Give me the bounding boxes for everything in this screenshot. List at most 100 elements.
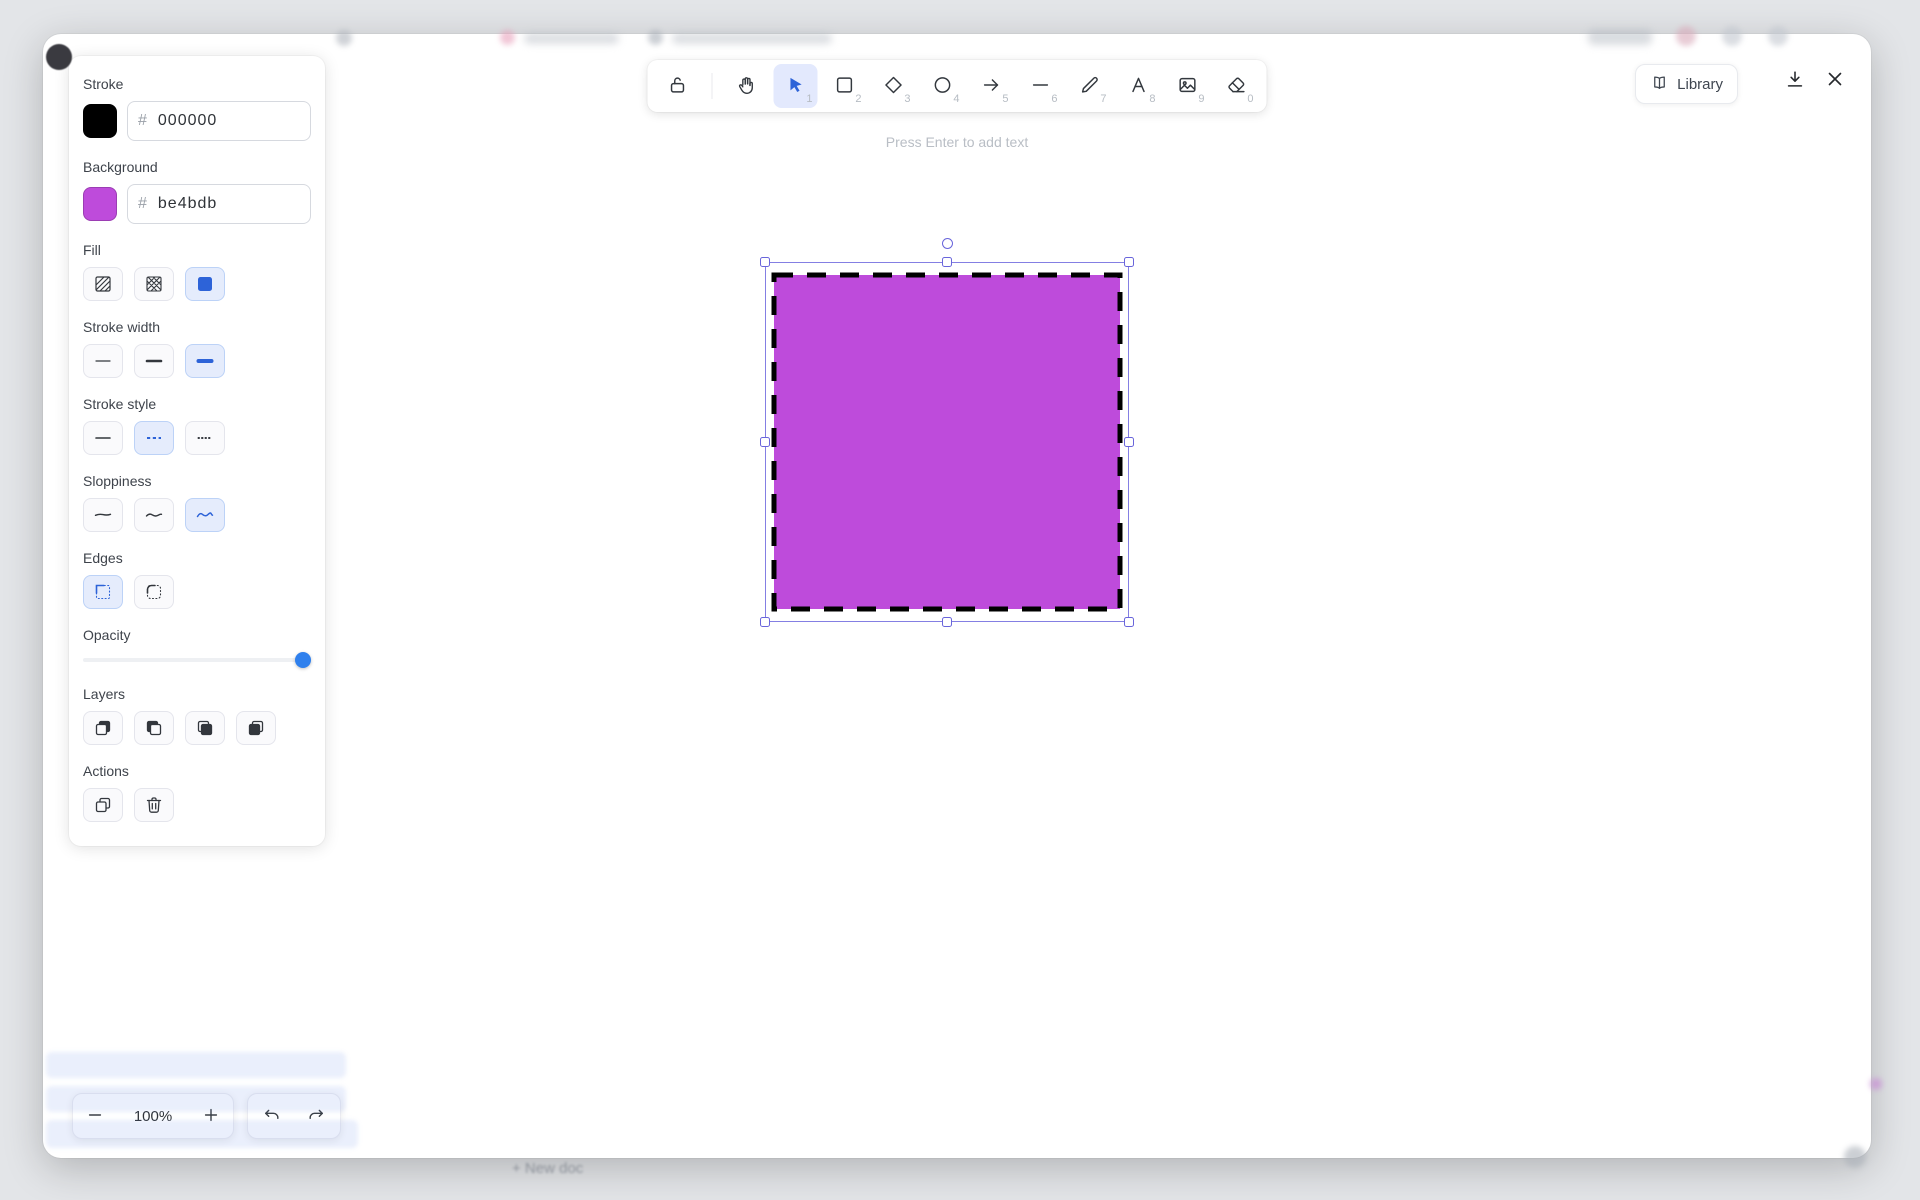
close-icon xyxy=(1824,68,1846,93)
library-button[interactable]: Library xyxy=(1635,64,1738,104)
cursor-icon xyxy=(785,74,807,99)
dotted-line-icon xyxy=(195,428,215,448)
stroke-style-dashed-button[interactable] xyxy=(134,421,174,455)
send-backward-button[interactable] xyxy=(134,711,174,745)
zoom-out-button[interactable] xyxy=(73,1094,117,1138)
rectangle-tool-button[interactable]: 2 xyxy=(823,64,867,108)
hand-tool-button[interactable] xyxy=(725,64,769,108)
stroke-style-dotted-button[interactable] xyxy=(185,421,225,455)
zoom-in-button[interactable] xyxy=(189,1094,233,1138)
eraser-icon xyxy=(1226,74,1248,99)
edges-section-label: Edges xyxy=(83,550,123,566)
opacity-slider-track xyxy=(83,658,311,662)
bring-to-front-icon xyxy=(246,718,266,738)
close-modal-button[interactable] xyxy=(1819,64,1851,96)
bring-to-front-button[interactable] xyxy=(236,711,276,745)
lock-tool-button[interactable] xyxy=(656,64,700,108)
zoom-controls: 100% xyxy=(72,1093,234,1139)
tool-shortcut: 9 xyxy=(1198,93,1205,105)
opacity-slider[interactable] xyxy=(83,652,311,668)
resize-handle-sw[interactable] xyxy=(760,617,770,627)
diamond-icon xyxy=(883,74,905,99)
thin-line-icon xyxy=(93,351,113,371)
resize-handle-nw[interactable] xyxy=(760,257,770,267)
send-to-back-button[interactable] xyxy=(83,711,123,745)
sharp-corner-icon xyxy=(93,582,113,602)
stroke-color-swatch[interactable] xyxy=(83,104,117,138)
pencil-icon xyxy=(1079,74,1101,99)
stroke-hex-input[interactable] xyxy=(155,111,300,131)
stroke-width-bold-button[interactable] xyxy=(134,344,174,378)
hash-prefix: # xyxy=(138,112,147,129)
arrow-icon xyxy=(981,74,1003,99)
resize-handle-ne[interactable] xyxy=(1124,257,1134,267)
fill-hachure-button[interactable] xyxy=(83,267,123,301)
hash-prefix: # xyxy=(138,195,147,212)
diamond-tool-button[interactable]: 3 xyxy=(872,64,916,108)
selection-tool-button[interactable]: 1 xyxy=(773,64,818,108)
background-color-swatch[interactable] xyxy=(83,187,117,221)
sloppiness-cartoonist-button[interactable] xyxy=(185,498,225,532)
stroke-section-label: Stroke xyxy=(83,76,124,92)
rectangle-shape[interactable] xyxy=(771,272,1123,612)
stroke-width-section-label: Stroke width xyxy=(83,319,161,335)
zoom-level[interactable]: 100% xyxy=(117,1108,189,1125)
tool-shortcut: 6 xyxy=(1051,93,1058,105)
rotation-handle[interactable] xyxy=(941,238,953,249)
line-icon xyxy=(1030,74,1052,99)
redo-button[interactable] xyxy=(294,1095,338,1137)
tool-shortcut: 3 xyxy=(904,93,911,105)
architect-squiggle-icon xyxy=(93,505,113,525)
export-download-button[interactable] xyxy=(1779,64,1811,96)
ellipse-tool-button[interactable]: 4 xyxy=(921,64,965,108)
ellipse-icon xyxy=(932,74,954,99)
fill-solid-button[interactable] xyxy=(185,267,225,301)
bold-line-icon xyxy=(144,351,164,371)
tool-shortcut: 8 xyxy=(1149,93,1156,105)
undo-icon xyxy=(262,1105,282,1128)
toolbar-divider xyxy=(711,73,713,99)
eraser-tool-button[interactable]: 0 xyxy=(1215,64,1259,108)
draw-tool-button[interactable]: 7 xyxy=(1068,64,1112,108)
text-tool-button[interactable]: 8 xyxy=(1117,64,1161,108)
sloppiness-artist-button[interactable] xyxy=(134,498,174,532)
resize-handle-se[interactable] xyxy=(1124,617,1134,627)
layers-section-label: Layers xyxy=(83,686,126,702)
stroke-style-solid-button[interactable] xyxy=(83,421,123,455)
bring-forward-button[interactable] xyxy=(185,711,225,745)
delete-button[interactable] xyxy=(134,788,174,822)
lock-open-icon xyxy=(667,74,689,99)
stroke-width-extra-bold-button[interactable] xyxy=(185,344,225,378)
solid-line-icon xyxy=(93,428,113,448)
line-tool-button[interactable]: 6 xyxy=(1019,64,1063,108)
dashed-line-icon xyxy=(144,428,164,448)
whiteboard-modal: Stroke # Background # Fill xyxy=(43,34,1871,1158)
background-section-label: Background xyxy=(83,159,158,175)
edges-sharp-button[interactable] xyxy=(83,575,123,609)
edges-round-button[interactable] xyxy=(134,575,174,609)
background-hex-input[interactable] xyxy=(155,194,300,214)
selected-rectangle-shape[interactable] xyxy=(769,270,1125,614)
image-tool-button[interactable]: 9 xyxy=(1166,64,1210,108)
fill-cross-hatch-button[interactable] xyxy=(134,267,174,301)
stroke-width-thin-button[interactable] xyxy=(83,344,123,378)
sloppiness-architect-button[interactable] xyxy=(83,498,123,532)
opacity-slider-knob[interactable] xyxy=(295,652,311,668)
solid-fill-icon xyxy=(195,274,215,294)
press-enter-hint: Press Enter to add text xyxy=(885,134,1029,150)
arrow-tool-button[interactable]: 5 xyxy=(970,64,1014,108)
undo-button[interactable] xyxy=(250,1095,294,1137)
download-icon xyxy=(1784,68,1806,93)
duplicate-button[interactable] xyxy=(83,788,123,822)
hand-icon xyxy=(736,74,758,99)
history-controls xyxy=(247,1093,341,1139)
bring-forward-icon xyxy=(195,718,215,738)
resize-handle-e[interactable] xyxy=(1124,437,1134,447)
minus-icon xyxy=(85,1105,105,1128)
resize-handle-w[interactable] xyxy=(760,437,770,447)
resize-handle-n[interactable] xyxy=(942,257,952,267)
resize-handle-s[interactable] xyxy=(942,617,952,627)
tool-shortcut: 5 xyxy=(1002,93,1009,105)
rectangle-icon xyxy=(834,74,856,99)
tool-shortcut: 2 xyxy=(855,93,862,105)
